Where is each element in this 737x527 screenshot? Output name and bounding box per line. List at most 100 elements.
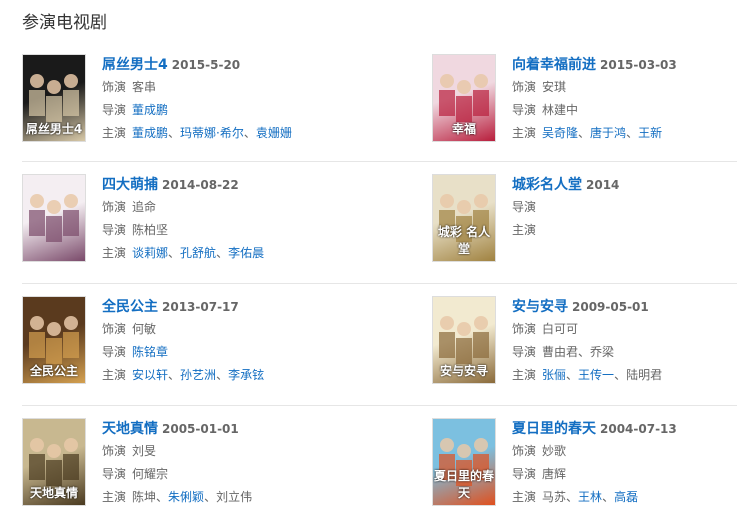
poster-image[interactable]: 幸福 (432, 54, 496, 142)
person-link[interactable]: 安以轩 (132, 368, 168, 382)
separator: 、 (168, 126, 181, 140)
cast-label: 主演 (102, 490, 127, 504)
person-link[interactable]: 孔舒航 (180, 246, 216, 260)
tv-series-card: 安与安寻 安与安寻 2009-05-01 饰演 白可可 导演 曹由君、乔梁 主演 张俪、王传一、… (432, 296, 737, 386)
series-title-link[interactable]: 安与安寻 (512, 299, 568, 315)
series-title-link[interactable]: 四大萌捕 (102, 177, 158, 193)
title-line: 全民公主 2013-07-17 (102, 296, 264, 318)
cast-label: 主演 (512, 368, 537, 382)
poster-image[interactable] (22, 174, 86, 262)
series-info: 天地真情 2005-01-01 饰演 刘旻 导演 何耀宗 主演 陈坤、朱俐颖、刘立伟 (102, 418, 252, 509)
series-title-link[interactable]: 夏日里的春天 (512, 421, 596, 437)
role-value: 妙歌 (542, 444, 567, 458)
separator: 、 (204, 490, 217, 504)
tv-series-row: 全民公主 全民公主 2013-07-17 饰演 何敏 导演 陈铭章 主演 安以轩、孙艺洲、李承铉… (22, 283, 737, 405)
director-line: 导演 曹由君、乔梁 (512, 341, 662, 364)
series-title-link[interactable]: 城彩名人堂 (512, 177, 582, 193)
poster-body (29, 210, 45, 236)
poster-image[interactable]: 天地真情 (22, 418, 86, 506)
person-link[interactable]: 高磊 (614, 490, 638, 504)
person-name: 陈柏坚 (132, 223, 169, 237)
director-label: 导演 (512, 467, 537, 481)
tv-series-card: 夏日里的春天 夏日里的春天 2004-07-13 饰演 妙歌 导演 唐辉 主演 马苏、王林、高磊 (432, 418, 737, 508)
poster-caption: 城彩 名人堂 (437, 225, 491, 256)
person-link[interactable]: 朱俐颖 (168, 490, 204, 504)
role-label: 饰演 (102, 200, 127, 214)
role-label: 饰演 (512, 444, 537, 458)
role-value: 安琪 (542, 80, 567, 94)
poster-caption: 安与安寻 (439, 364, 488, 378)
poster-image[interactable]: 夏日里的春天 (432, 418, 496, 506)
role-line: 饰演 刘旻 (102, 440, 252, 463)
person-link[interactable]: 王林 (578, 490, 602, 504)
tv-series-row: 屌丝男士4 屌丝男士4 2015-5-20 饰演 客串 导演 董成鹏 主演 董成鹏、玛蒂娜·希尔… (22, 54, 737, 161)
poster-face (47, 444, 61, 458)
poster-face (64, 74, 78, 88)
director-line: 导演 何耀宗 (102, 463, 252, 486)
air-date: 2015-03-03 (600, 58, 677, 72)
poster-face (440, 438, 454, 452)
poster-caption: 天地真情 (29, 486, 78, 500)
person-link[interactable]: 李承铉 (228, 368, 264, 382)
poster-image[interactable]: 全民公主 (22, 296, 86, 384)
person-name: 刘立伟 (216, 490, 253, 504)
poster-face (457, 322, 471, 336)
person-link[interactable]: 唐于鸿 (590, 126, 626, 140)
poster-face (30, 74, 44, 88)
person-link[interactable]: 玛蒂娜·希尔 (180, 126, 244, 140)
poster-image[interactable]: 城彩 名人堂 (432, 174, 496, 262)
title-line: 安与安寻 2009-05-01 (512, 296, 662, 318)
person-link[interactable]: 吴奇隆 (542, 126, 578, 140)
role-value: 何敏 (132, 322, 157, 336)
person-link[interactable]: 张俪 (542, 368, 566, 382)
person-link[interactable]: 孙艺洲 (180, 368, 216, 382)
cast-label: 主演 (512, 490, 537, 504)
poster-face (457, 200, 471, 214)
poster-face (474, 74, 488, 88)
person-link[interactable]: 陈铭章 (132, 345, 168, 359)
series-title-link[interactable]: 全民公主 (102, 299, 158, 315)
poster-image[interactable]: 安与安寻 (432, 296, 496, 384)
poster-body (63, 210, 79, 236)
series-title-link[interactable]: 天地真情 (102, 421, 158, 437)
cast-label: 主演 (102, 368, 127, 382)
person-link[interactable]: 谈莉娜 (132, 246, 168, 260)
director-label: 导演 (102, 345, 127, 359)
person-link[interactable]: 董成鹏 (132, 126, 168, 140)
person-link[interactable]: 王新 (638, 126, 662, 140)
person-link[interactable]: 李佑晨 (228, 246, 264, 260)
title-line: 四大萌捕 2014-08-22 (102, 174, 264, 196)
person-link[interactable]: 袁姗姗 (256, 126, 292, 140)
director-label: 导演 (102, 103, 127, 117)
air-date: 2015-5-20 (171, 58, 241, 72)
poster-face (30, 316, 44, 330)
series-title-link[interactable]: 屌丝男士4 (102, 57, 168, 73)
poster-face (47, 322, 61, 336)
person-link[interactable]: 董成鹏 (132, 103, 168, 117)
cast-label: 主演 (512, 126, 537, 140)
director-label: 导演 (512, 103, 537, 117)
cast-line: 主演 董成鹏、玛蒂娜·希尔、袁姗姗 (102, 122, 292, 145)
poster-body (456, 338, 472, 364)
poster-image[interactable]: 屌丝男士4 (22, 54, 86, 142)
separator: 、 (602, 490, 615, 504)
person-link[interactable]: 王传一 (578, 368, 614, 382)
poster-body (63, 332, 79, 358)
air-date: 2004-07-13 (600, 422, 677, 436)
separator: 、 (216, 368, 229, 382)
poster-face (47, 200, 61, 214)
separator: 、 (578, 126, 591, 140)
separator: 、 (168, 246, 181, 260)
poster-caption: 屌丝男士4 (25, 122, 83, 136)
poster-face (64, 316, 78, 330)
series-info: 城彩名人堂 2014 导演 主演 (512, 174, 619, 242)
series-title-link[interactable]: 向着幸福前进 (512, 57, 596, 73)
cast-line: 主演 吴奇隆、唐于鸿、王新 (512, 122, 677, 145)
tv-series-card: 幸福 向着幸福前进 2015-03-03 饰演 安琪 导演 林建中 主演 吴奇隆、唐于鸿、王新 (432, 54, 737, 144)
poster-face (64, 194, 78, 208)
director-label: 导演 (512, 200, 537, 214)
poster-body (46, 96, 62, 122)
director-line: 导演 陈铭章 (102, 341, 264, 364)
director-line: 导演 唐辉 (512, 463, 677, 486)
role-label: 饰演 (102, 322, 127, 336)
